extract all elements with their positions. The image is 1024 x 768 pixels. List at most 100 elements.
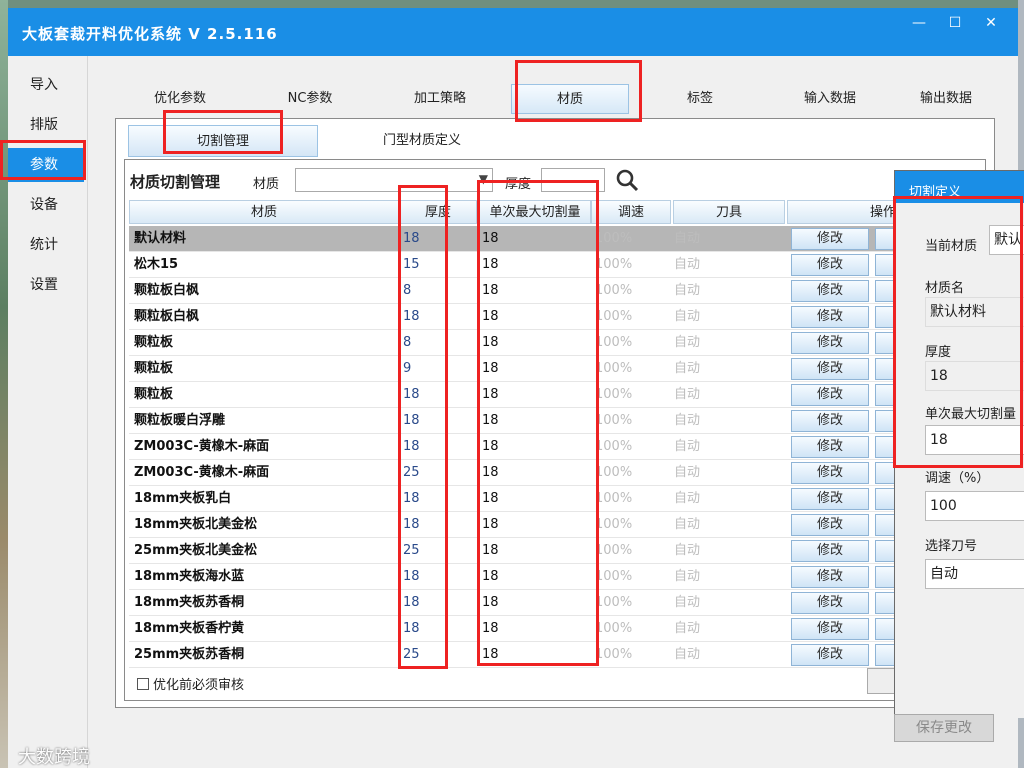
material-name-field[interactable]: 默认材料 <box>925 297 1024 327</box>
cell-material: 松木15 <box>134 257 179 272</box>
audit-checkbox[interactable]: 优化前必须审核 <box>137 674 244 693</box>
nav-item-settings[interactable]: 设置 <box>8 268 84 302</box>
tab-material[interactable]: 材质 <box>511 84 629 114</box>
delete-button[interactable] <box>875 280 895 302</box>
cell-tool: 自动 <box>674 335 701 350</box>
cell-tool: 自动 <box>674 283 701 298</box>
cell-material: 25mm夹板北美金松 <box>134 543 258 558</box>
table-row[interactable]: 25mm夹板北美金松 25 18 100% 自动 修改 <box>129 538 979 564</box>
table-row[interactable]: ZM003C-黄橡木-麻面 25 18 100% 自动 修改 <box>129 460 979 486</box>
delete-button[interactable] <box>875 436 895 458</box>
thickness-filter-input[interactable] <box>541 168 605 192</box>
table-row[interactable]: 18mm夹板北美金松 18 18 100% 自动 修改 <box>129 512 979 538</box>
nav-item-import[interactable]: 导入 <box>8 68 84 102</box>
minimize-button[interactable]: — <box>904 12 934 36</box>
subtab-cut-management[interactable]: 切割管理 <box>128 125 318 157</box>
cell-speed: 100% <box>595 465 633 480</box>
delete-button[interactable] <box>875 540 895 562</box>
table-row[interactable]: 25mm夹板苏香桐 25 18 100% 自动 修改 <box>129 642 979 668</box>
delete-button[interactable] <box>875 384 895 406</box>
tab-label[interactable]: 标签 <box>648 84 752 114</box>
top-tabs: 优化参数 NC参数 加工策略 材质 标签 输入数据 输出数据 <box>108 80 1008 120</box>
table-row[interactable]: 颗粒板 8 18 100% 自动 修改 <box>129 330 979 356</box>
delete-button[interactable] <box>875 306 895 328</box>
cell-thickness: 18 <box>403 309 420 324</box>
delete-button[interactable] <box>875 410 895 432</box>
tab-input-data[interactable]: 输入数据 <box>778 84 882 114</box>
tab-process-strategy[interactable]: 加工策略 <box>388 84 492 114</box>
edit-button[interactable]: 修改 <box>791 228 869 250</box>
table-row[interactable]: 颗粒板 9 18 100% 自动 修改 <box>129 356 979 382</box>
col-header-speed[interactable]: 调速 <box>591 200 671 224</box>
edit-button[interactable]: 修改 <box>791 566 869 588</box>
edit-button[interactable]: 修改 <box>791 618 869 640</box>
edit-button[interactable]: 修改 <box>791 592 869 614</box>
delete-button[interactable] <box>875 462 895 484</box>
table-row[interactable]: ZM003C-黄橡木-麻面 18 18 100% 自动 修改 <box>129 434 979 460</box>
tool-select[interactable]: 自动 <box>925 559 1024 589</box>
delete-button[interactable] <box>875 514 895 536</box>
cell-material: 颗粒板暖白浮雕 <box>134 413 226 428</box>
current-material-field[interactable]: 默认 <box>989 225 1024 255</box>
nav-item-params[interactable]: 参数 <box>8 148 84 182</box>
cell-material: 默认材料 <box>134 231 187 246</box>
nav-item-stats[interactable]: 统计 <box>8 228 84 262</box>
col-header-thickness[interactable]: 厚度 <box>399 200 477 224</box>
table-row[interactable]: 18mm夹板乳白 18 18 100% 自动 修改 <box>129 486 979 512</box>
col-header-max-cut[interactable]: 单次最大切割量 <box>479 200 591 224</box>
save-changes-button[interactable]: 保存更改 <box>894 714 994 742</box>
edit-button[interactable]: 修改 <box>791 644 869 666</box>
table-row[interactable]: 18mm夹板苏香桐 18 18 100% 自动 修改 <box>129 590 979 616</box>
cell-thickness: 18 <box>403 439 420 454</box>
edit-button[interactable]: 修改 <box>791 306 869 328</box>
col-header-tool[interactable]: 刀具 <box>673 200 785 224</box>
delete-button[interactable] <box>875 358 895 380</box>
table-row[interactable]: 18mm夹板海水蓝 18 18 100% 自动 修改 <box>129 564 979 590</box>
cell-speed: 100% <box>595 647 633 662</box>
delete-button[interactable] <box>875 566 895 588</box>
maximize-button[interactable]: ☐ <box>940 12 970 36</box>
nav-item-layout[interactable]: 排版 <box>8 108 84 142</box>
table-row[interactable]: 颗粒板 18 18 100% 自动 修改 <box>129 382 979 408</box>
edit-button[interactable]: 修改 <box>791 540 869 562</box>
table-row[interactable]: 颗粒板白枫 8 18 100% 自动 修改 <box>129 278 979 304</box>
max-cut-field[interactable]: 18 <box>925 425 1024 455</box>
delete-button[interactable] <box>875 592 895 614</box>
subtab-door-material[interactable]: 门型材质定义 <box>342 125 502 157</box>
footer-button[interactable] <box>867 668 895 694</box>
search-icon[interactable] <box>615 168 639 192</box>
thickness-field[interactable]: 18 <box>925 361 1024 391</box>
edit-button[interactable]: 修改 <box>791 488 869 510</box>
table-row[interactable]: 默认材料 18 18 100% 自动 修改 <box>129 226 979 252</box>
edit-button[interactable]: 修改 <box>791 410 869 432</box>
delete-button[interactable] <box>875 618 895 640</box>
delete-button[interactable] <box>875 488 895 510</box>
cell-material: 颗粒板白枫 <box>134 283 200 298</box>
speed-field[interactable]: 100 <box>925 491 1024 521</box>
delete-button[interactable] <box>875 228 895 250</box>
edit-button[interactable]: 修改 <box>791 332 869 354</box>
delete-button[interactable] <box>875 254 895 276</box>
material-filter-select[interactable]: ▼ <box>295 168 493 192</box>
nav-item-device[interactable]: 设备 <box>8 188 84 222</box>
edit-button[interactable]: 修改 <box>791 280 869 302</box>
tab-nc-params[interactable]: NC参数 <box>258 84 362 114</box>
table-row[interactable]: 颗粒板暖白浮雕 18 18 100% 自动 修改 <box>129 408 979 434</box>
cell-speed: 100% <box>595 387 633 402</box>
tab-optimize-params[interactable]: 优化参数 <box>128 84 232 114</box>
cell-speed: 100% <box>595 335 633 350</box>
table-row[interactable]: 颗粒板白枫 18 18 100% 自动 修改 <box>129 304 979 330</box>
tab-output-data[interactable]: 输出数据 <box>894 84 998 114</box>
edit-button[interactable]: 修改 <box>791 462 869 484</box>
table-row[interactable]: 18mm夹板香柠黄 18 18 100% 自动 修改 <box>129 616 979 642</box>
edit-button[interactable]: 修改 <box>791 358 869 380</box>
delete-button[interactable] <box>875 644 895 666</box>
table-row[interactable]: 松木15 15 18 100% 自动 修改 <box>129 252 979 278</box>
edit-button[interactable]: 修改 <box>791 436 869 458</box>
close-button[interactable]: ✕ <box>976 12 1006 36</box>
col-header-material[interactable]: 材质 <box>129 200 399 224</box>
edit-button[interactable]: 修改 <box>791 254 869 276</box>
edit-button[interactable]: 修改 <box>791 384 869 406</box>
delete-button[interactable] <box>875 332 895 354</box>
edit-button[interactable]: 修改 <box>791 514 869 536</box>
